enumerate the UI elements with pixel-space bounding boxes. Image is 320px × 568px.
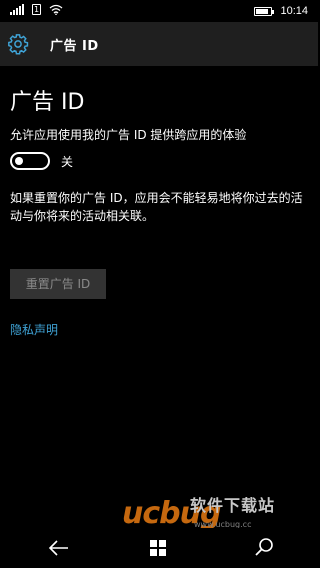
signal-icon	[10, 4, 24, 15]
navigation-bar	[0, 528, 318, 568]
toggle-state-label: 关	[61, 155, 74, 169]
page-title: 广告 ID	[10, 90, 85, 115]
status-bar: 1 10:14	[0, 0, 318, 22]
search-icon[interactable]	[254, 537, 274, 557]
sim-label: 1	[32, 4, 41, 15]
toggle-label: 允许应用使用我的广告 ID 提供跨应用的体验	[10, 128, 247, 142]
sim-icon: 1	[32, 4, 41, 15]
status-time: 10:14	[280, 5, 308, 17]
status-left: 1	[10, 4, 63, 15]
wifi-icon	[49, 4, 63, 15]
app-header: 广告 ID	[0, 22, 318, 66]
battery-icon	[254, 6, 275, 16]
toggle-knob	[15, 157, 23, 165]
reset-ad-id-button[interactable]: 重置广告 ID	[10, 269, 106, 299]
back-arrow-icon[interactable]	[48, 538, 70, 558]
reset-description: 如果重置你的广告 ID，应用会不能轻易地将你过去的活动与你将来的活动相关联。	[10, 191, 303, 223]
gear-icon[interactable]	[7, 33, 29, 55]
watermark-cn-text: 软件下载站	[190, 496, 276, 515]
status-right: 10:14	[254, 4, 308, 18]
ad-id-toggle[interactable]	[10, 152, 50, 170]
windows-logo-icon[interactable]	[150, 540, 166, 556]
privacy-statement-link[interactable]: 隐私声明	[10, 321, 58, 338]
app-title: 广告 ID	[50, 39, 99, 54]
